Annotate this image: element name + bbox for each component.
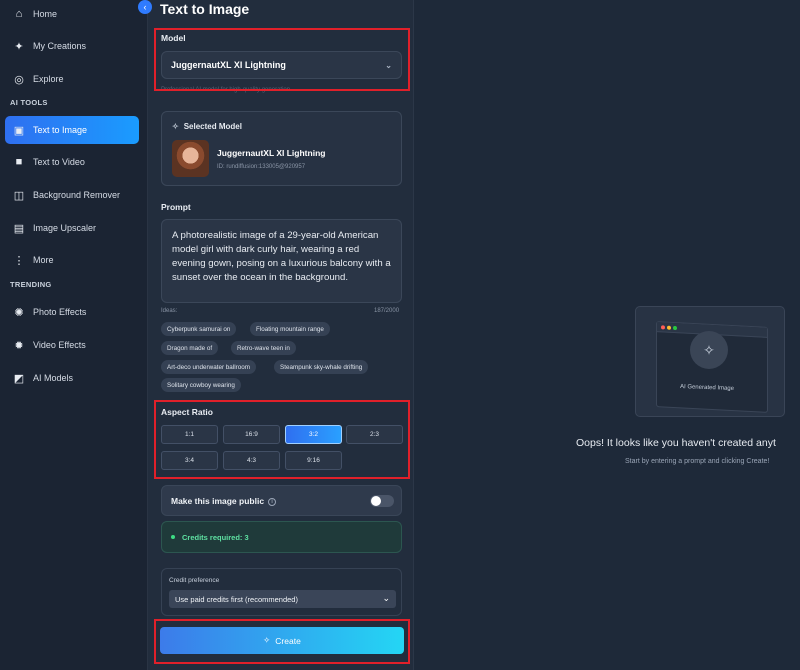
- selected-model-title-text: Selected Model: [183, 122, 242, 131]
- credits-required-text: Credits required: 3: [182, 533, 249, 542]
- ideas-label: Ideas:: [161, 308, 178, 314]
- sidebar-item-explore[interactable]: ◎ Explore: [5, 65, 139, 93]
- sidebar: ⌂ Home ✦ My Creations ◎ Explore AI TOOLS…: [0, 0, 148, 670]
- idea-chip[interactable]: Floating mountain range: [250, 322, 330, 336]
- split-icon: ◫: [13, 189, 25, 202]
- settings-panel: Text to Image Model JuggernautXL XI Ligh…: [148, 0, 414, 670]
- sidebar-item-label: Explore: [33, 74, 64, 84]
- more-icon: ⋮: [13, 254, 25, 267]
- credit-preference-value: Use paid credits first (recommended): [175, 594, 298, 604]
- toggle-knob: [371, 496, 381, 506]
- credit-preference-select[interactable]: Use paid credits first (recommended) ⌄: [169, 590, 396, 608]
- home-icon: ⌂: [15, 8, 23, 20]
- sidebar-item-label: AI Models: [33, 373, 74, 383]
- sparkle-icon: ✧: [690, 331, 728, 369]
- credit-preference-box: Credit preference Use paid credits first…: [161, 568, 402, 616]
- prompt-label: Prompt: [161, 202, 191, 212]
- ai-models-icon: ◩: [13, 372, 25, 385]
- annotation-box-create: [154, 619, 410, 664]
- credits-required: Credits required: 3: [171, 533, 249, 542]
- upscale-icon: ▤: [13, 222, 25, 235]
- sidebar-item-label: Image Upscaler: [33, 223, 97, 233]
- sidebar-item-label: Text to Image: [33, 125, 88, 135]
- empty-state-subtitle: Start by entering a prompt and clicking …: [625, 458, 770, 465]
- char-count: 187/2000: [374, 308, 400, 314]
- model-avatar: [172, 140, 209, 177]
- public-label: Make this image public i: [171, 496, 277, 506]
- sidebar-item-image-upscaler[interactable]: ▤ Image Upscaler: [5, 214, 139, 242]
- sidebar-item-label: Photo Effects: [33, 307, 87, 317]
- window-dot-icon: [673, 325, 677, 331]
- idea-chip[interactable]: Art-deco underwater ballroom: [161, 360, 256, 374]
- section-title-trending: TRENDING: [10, 280, 52, 289]
- sidebar-item-label: Background Remover: [33, 190, 121, 200]
- sidebar-item-label: Home: [33, 9, 58, 19]
- sidebar-item-label: Text to Video: [33, 157, 85, 167]
- collapse-sidebar-button[interactable]: ‹: [138, 0, 152, 14]
- selected-model-card: ✧ Selected Model JuggernautXL XI Lightnin…: [161, 111, 402, 186]
- public-toggle-row: Make this image public i: [161, 485, 402, 516]
- idea-chip[interactable]: Solitary cowboy wearing: [161, 378, 241, 392]
- idea-chip[interactable]: Steampunk sky-whale drifting: [274, 360, 369, 374]
- page-title: Text to Image: [160, 1, 250, 17]
- sidebar-item-photo-effects[interactable]: ✺ Photo Effects: [5, 298, 139, 326]
- window-dot-icon: [667, 325, 671, 330]
- sidebar-item-text-to-video[interactable]: ■ Text to Video: [5, 148, 139, 176]
- idea-chip[interactable]: Retro-wave teen in: [231, 341, 296, 355]
- sidebar-item-more[interactable]: ⋮ More: [5, 246, 139, 274]
- selected-model-id: ID: rundiffusion:133005@920957: [217, 164, 306, 170]
- window-dot-icon: [661, 325, 665, 330]
- sidebar-item-video-effects[interactable]: ✹ Video Effects: [5, 331, 139, 359]
- credits-box: Credits required: 3: [161, 521, 402, 553]
- selected-model-title: ✧ Selected Model: [172, 122, 242, 131]
- annotation-box-aspect-ratio: [154, 400, 410, 479]
- sidebar-item-my-creations[interactable]: ✦ My Creations: [5, 32, 139, 60]
- sparkle-icon: ✦: [14, 40, 24, 53]
- status-dot-icon: [171, 535, 175, 539]
- preview-area: ✧ AI Generated Image Oops! It looks like…: [414, 0, 800, 670]
- section-title-ai-tools: AI TOOLS: [10, 98, 48, 107]
- public-label-text: Make this image public: [171, 496, 265, 506]
- info-icon[interactable]: i: [268, 498, 277, 506]
- photo-effects-icon: ✺: [14, 306, 24, 319]
- sidebar-item-label: More: [33, 255, 54, 265]
- sidebar-item-home[interactable]: ⌂ Home: [5, 0, 139, 28]
- placeholder-illustration: ✧ AI Generated Image: [635, 306, 785, 417]
- sidebar-item-label: Video Effects: [33, 340, 86, 350]
- sidebar-item-text-to-image[interactable]: ▣ Text to Image: [5, 116, 139, 144]
- image-icon: ▣: [13, 124, 25, 137]
- sidebar-item-label: My Creations: [33, 41, 87, 51]
- video-icon: ■: [15, 156, 23, 168]
- empty-state-title: Oops! It looks like you haven't created …: [576, 437, 776, 449]
- sidebar-item-ai-models[interactable]: ◩ AI Models: [5, 364, 139, 392]
- sidebar-item-background-remover[interactable]: ◫ Background Remover: [5, 181, 139, 209]
- video-effects-icon: ✹: [14, 339, 24, 352]
- credit-preference-label: Credit preference: [169, 577, 220, 584]
- chevron-down-icon: ⌄: [382, 593, 390, 603]
- idea-chip[interactable]: Cyberpunk samurai on: [161, 322, 237, 336]
- prompt-input[interactable]: A photorealistic image of a 29-year-old …: [161, 219, 402, 303]
- idea-chip[interactable]: Dragon made of: [161, 341, 219, 355]
- wand-icon: ✧: [172, 122, 179, 131]
- compass-icon: ◎: [14, 73, 24, 86]
- annotation-box-model: [154, 28, 410, 91]
- chevron-left-icon: ‹: [143, 2, 147, 12]
- public-toggle[interactable]: [370, 495, 394, 507]
- selected-model-name: JuggernautXL XI Lightning: [217, 148, 326, 158]
